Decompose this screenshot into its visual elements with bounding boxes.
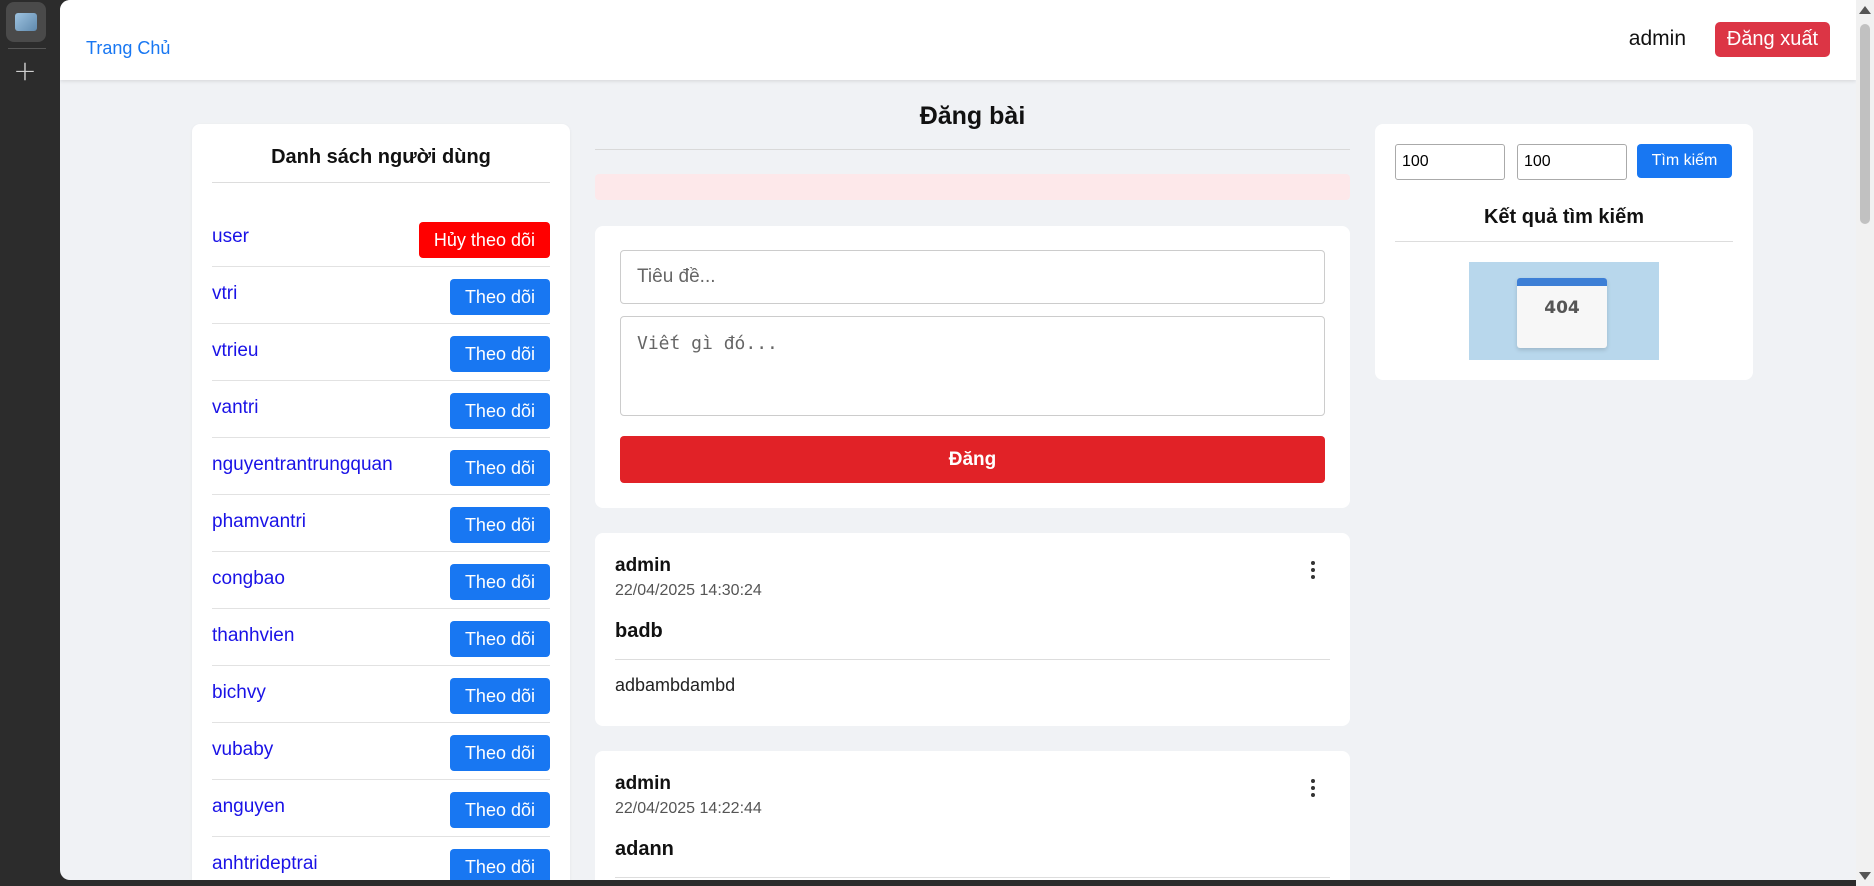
follow-button[interactable]: Theo dõi (449, 279, 550, 315)
user-row: congbao Theo dõi (212, 552, 550, 609)
user-row: bichvy Theo dõi (212, 666, 550, 723)
logout-button[interactable]: Đăng xuất (1714, 22, 1830, 57)
user-name-link[interactable]: phamvantri (212, 511, 306, 533)
search-number-input-b[interactable] (1517, 144, 1627, 180)
post-timestamp: 22/04/2025 14:22:44 (615, 800, 762, 817)
post-author[interactable]: admin (615, 555, 1330, 577)
post-card: admin 22/04/2025 14:30:24 badb adbambdam… (595, 533, 1350, 726)
user-list-title: Danh sách người dùng (271, 146, 491, 168)
search-panel: Tìm kiếm Kết quả tìm kiếm 404 (1375, 124, 1753, 380)
user-name-link[interactable]: vantri (212, 397, 258, 419)
post-card: admin 22/04/2025 14:22:44 adann (595, 751, 1350, 880)
user-row: phamvantri Theo dõi (212, 495, 550, 552)
follow-button[interactable]: Theo dõi (449, 507, 550, 543)
new-tab-plus-icon[interactable]: + (10, 56, 40, 86)
user-row: vantri Theo dõi (212, 381, 550, 438)
follow-button[interactable]: Theo dõi (449, 450, 550, 486)
follow-button[interactable]: Theo dõi (449, 336, 550, 372)
post-title: badb (615, 620, 663, 642)
error-404-label: 404 (1544, 298, 1580, 318)
search-button[interactable]: Tìm kiếm (1637, 144, 1732, 178)
more-options-icon[interactable] (1310, 561, 1316, 579)
scroll-up-arrow-icon[interactable] (1859, 6, 1871, 14)
user-list-panel: Danh sách người dùng user Hủy theo dõi vtr… (192, 124, 570, 880)
current-username: admin (1628, 27, 1686, 50)
user-row: vubaby Theo dõi (212, 723, 550, 780)
feed-column: Đăng bài Đăng admin 22/04/2025 14:30:24 … (595, 100, 1350, 880)
user-row: nguyentrantrungquan Theo dõi (212, 438, 550, 495)
user-row: anhtrideptrai Theo dõi (212, 837, 550, 880)
post-title: adann (615, 838, 674, 860)
browser-sidebar: + (0, 0, 60, 886)
post-title-input[interactable] (620, 250, 1325, 304)
page-title: Đăng bài (919, 102, 1026, 130)
user-name-link[interactable]: nguyentrantrungquan (212, 454, 393, 476)
more-options-icon[interactable] (1310, 779, 1316, 797)
compose-card: Đăng (595, 226, 1350, 508)
follow-button[interactable]: Theo dõi (449, 564, 550, 600)
user-row: anguyen Theo dõi (212, 780, 550, 837)
home-link[interactable]: Trang Chủ (86, 38, 170, 59)
post-timestamp: 22/04/2025 14:30:24 (615, 582, 762, 599)
search-number-input-a[interactable] (1395, 144, 1505, 180)
user-name-link[interactable]: user (212, 226, 249, 248)
error-404-icon: 404 (1517, 278, 1607, 348)
scrollbar-thumb[interactable] (1860, 24, 1870, 224)
user-row: thanhvien Theo dõi (212, 609, 550, 666)
user-name-link[interactable]: bichvy (212, 682, 266, 704)
follow-button[interactable]: Theo dõi (449, 735, 550, 771)
follow-button[interactable]: Theo dõi (449, 792, 550, 828)
user-row: vtrieu Theo dõi (212, 324, 550, 381)
user-name-link[interactable]: vtrieu (212, 340, 258, 362)
app-tab-icon[interactable] (6, 2, 46, 42)
sidebar-divider (8, 48, 46, 49)
follow-button[interactable]: Theo dõi (449, 621, 550, 657)
top-navbar: Trang Chủ admin Đăng xuất (60, 0, 1856, 80)
user-name-link[interactable]: thanhvien (212, 625, 294, 647)
user-name-link[interactable]: congbao (212, 568, 285, 590)
user-list: user Hủy theo dõi vtri Theo dõi vtrieu Theo d… (212, 210, 550, 880)
page-scrollbar[interactable] (1856, 0, 1874, 886)
app-thumbnail-icon (15, 13, 37, 31)
follow-button[interactable]: Theo dõi (449, 849, 550, 880)
divider (615, 877, 1330, 878)
follow-button[interactable]: Theo dõi (449, 678, 550, 714)
user-name-link[interactable]: vtri (212, 283, 237, 305)
unfollow-button[interactable]: Hủy theo dõi (418, 222, 550, 258)
submit-post-button[interactable]: Đăng (620, 436, 1325, 483)
divider (1395, 241, 1733, 242)
page-viewport: Trang Chủ admin Đăng xuất Danh sách ngườ… (60, 0, 1856, 880)
divider (595, 149, 1350, 150)
divider (212, 182, 550, 183)
user-name-link[interactable]: anguyen (212, 796, 285, 818)
post-body-textarea[interactable] (620, 316, 1325, 416)
post-author[interactable]: admin (615, 773, 1330, 795)
empty-alert-bar (595, 174, 1350, 200)
user-row: user Hủy theo dõi (212, 210, 550, 267)
scroll-down-arrow-icon[interactable] (1859, 872, 1871, 880)
user-row: vtri Theo dõi (212, 267, 550, 324)
divider (615, 659, 1330, 660)
search-results-title: Kết quả tìm kiếm (1483, 206, 1645, 228)
post-body: adbambdambd (615, 675, 736, 695)
search-result-image: 404 (1469, 262, 1659, 360)
user-name-link[interactable]: vubaby (212, 739, 273, 761)
user-name-link[interactable]: anhtrideptrai (212, 853, 318, 875)
follow-button[interactable]: Theo dõi (449, 393, 550, 429)
